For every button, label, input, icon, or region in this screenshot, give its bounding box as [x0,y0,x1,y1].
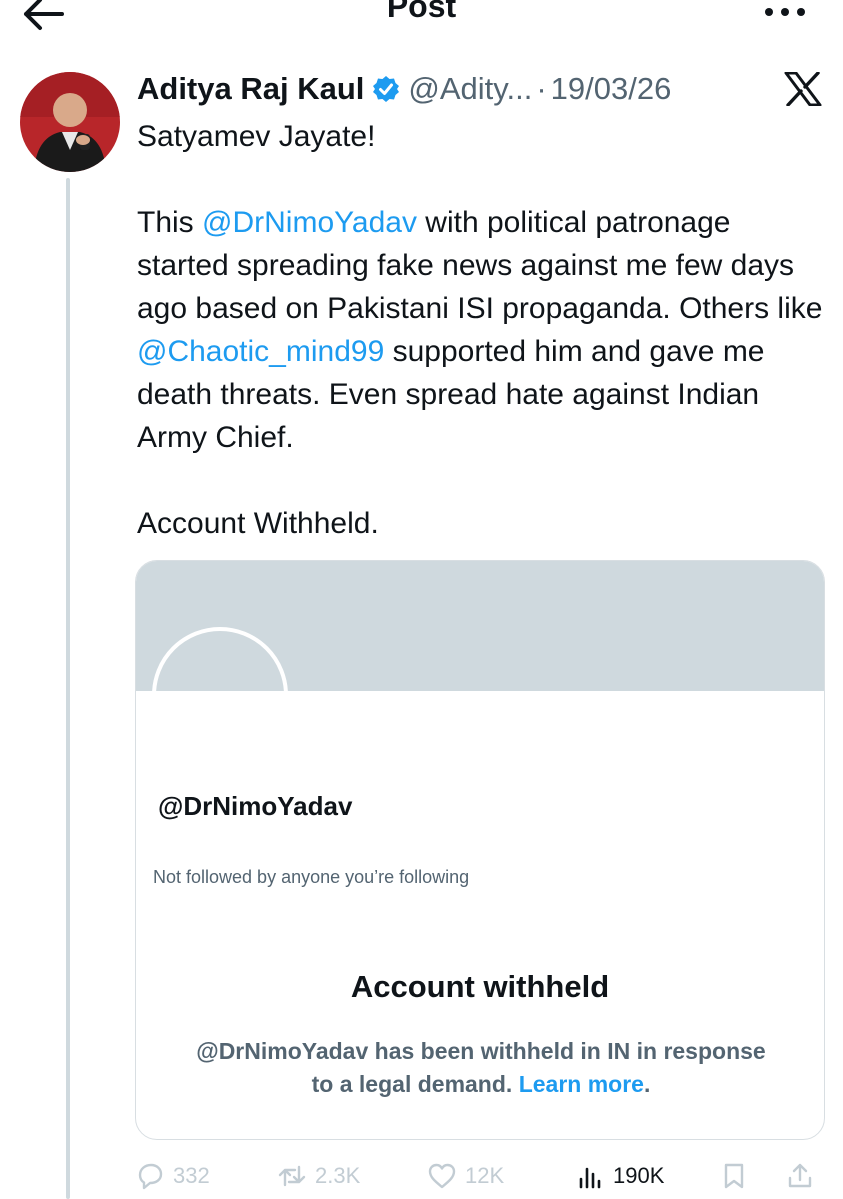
card-handle[interactable]: @DrNimoYadav [158,791,352,822]
author-handle[interactable]: @Adity... [408,71,532,107]
bookmark-button[interactable] [719,1156,757,1196]
top-bar: Post [0,0,843,40]
post-line-1: Satyamev Jayate! [137,120,376,153]
heart-icon [428,1163,456,1189]
reply-button[interactable]: 332 [135,1156,210,1196]
action-bar: 332 2.3K 12K 190K [135,1156,825,1196]
author-avatar[interactable] [20,72,120,172]
card-avatar [152,627,288,691]
x-logo-icon [784,72,822,106]
views-chart-icon [579,1167,601,1189]
like-button[interactable]: 12K [427,1156,504,1196]
post-date[interactable]: 19/03/26 [551,71,672,107]
share-button[interactable] [785,1156,823,1196]
share-icon [788,1163,812,1188]
withheld-title: Account withheld [350,969,610,1004]
withheld-description: @DrNimoYadav has been withheld in IN in … [196,1035,766,1101]
post-paragraph-2: This @DrNimoYadav with political patrona… [137,201,827,459]
repost-icon [278,1165,306,1187]
avatar-photo [20,72,120,172]
views-count: 190K [613,1163,665,1188]
thread-line [66,178,70,1199]
views-button[interactable]: 190K [575,1156,664,1196]
post-text: Satyamev Jayate! This @DrNimoYadav with … [137,115,827,545]
author-name[interactable]: Aditya Raj Kaul [137,71,364,107]
like-count: 12K [465,1163,505,1188]
follow-status: Not followed by anyone you’re following [153,867,470,887]
reply-icon [138,1163,163,1190]
header-separator: · [536,71,547,106]
repost-count: 2.3K [315,1163,361,1188]
mention-link[interactable]: @DrNimoYadav [202,206,417,239]
reply-count: 332 [173,1163,210,1188]
post-header: Aditya Raj Kaul @Adity... · 19/03/26 [137,68,671,110]
withheld-period: . [643,1071,651,1097]
post-line-3: Account Withheld. [137,507,379,540]
repost-button[interactable]: 2.3K [277,1156,360,1196]
verified-badge-icon [373,76,400,102]
more-horizontal-icon[interactable] [760,2,810,22]
withheld-text: @DrNimoYadav has been withheld in IN in … [196,1038,766,1097]
page-title: Post [386,0,457,24]
bookmark-icon [724,1163,744,1189]
mention-link[interactable]: @Chaotic_mind99 [137,335,384,368]
learn-more-link[interactable]: Learn more [519,1071,644,1097]
text-span: This [137,206,203,239]
profile-card[interactable]: @DrNimoYadav Not followed by anyone you’… [135,560,825,1140]
